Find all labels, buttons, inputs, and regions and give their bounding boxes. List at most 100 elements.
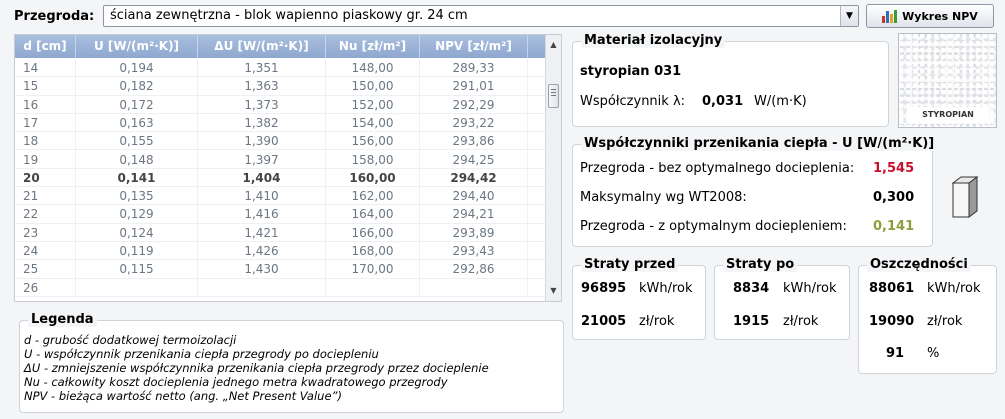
- savings-kwh: 88061: [869, 281, 915, 296]
- cell-nu: 150,00: [326, 77, 420, 95]
- cell-delta-u: 1,351: [198, 59, 326, 77]
- cell-delta-u: 1,416: [198, 205, 326, 223]
- column-header-u[interactable]: U [W/(m²·K)]: [76, 35, 198, 58]
- table-row-selected[interactable]: 20 0,141 1,404 160,00 294,42: [15, 168, 545, 188]
- losses-after-title: Straty po: [723, 257, 798, 272]
- cell-npv: 292,29: [420, 95, 528, 113]
- cell-delta-u: 1,382: [198, 113, 326, 132]
- legend-line: d - grubość dodatkowej termoizolacji: [24, 333, 237, 347]
- cell-u: 0,155: [76, 132, 198, 150]
- cell-u: 0,172: [76, 95, 198, 113]
- table-row[interactable]: 21 0,135 1,410 162,00 294,40: [15, 187, 545, 206]
- table-row[interactable]: 22 0,129 1,416 164,00 294,21: [15, 205, 545, 224]
- scroll-down-icon[interactable]: ▼: [546, 283, 561, 299]
- lambda-label: Współczynnik λ:: [580, 94, 686, 109]
- cell-d: 24: [15, 242, 76, 260]
- grid-header: d [cm] U [W/(m²·K)] ΔU [W/(m²·K)] Nu [zł…: [15, 35, 545, 58]
- cell-d: 17: [15, 113, 76, 132]
- savings-percent: 91: [886, 346, 905, 361]
- cell-u: [76, 278, 198, 296]
- grid-scrollbar[interactable]: ▲ ▼: [545, 35, 561, 301]
- table-row[interactable]: 16 0,172 1,373 152,00 292,29: [15, 95, 545, 114]
- unit-percent: %: [927, 346, 940, 361]
- unit-kwh: kWh/rok: [639, 281, 693, 296]
- cell-u: 0,124: [76, 223, 198, 241]
- scroll-up-icon[interactable]: ▲: [546, 37, 561, 53]
- legend-line: U - współczynnik przenikania ciepła prze…: [24, 347, 379, 361]
- table-row[interactable]: 24 0,119 1,426 168,00 293,43: [15, 242, 545, 261]
- cell-u: 0,135: [76, 187, 198, 205]
- przegroda-select[interactable]: ściana zewnętrzna - blok wapienno piasko…: [103, 5, 859, 27]
- material-title: Materiał izolacyjny: [581, 33, 726, 48]
- cell-u: 0,163: [76, 113, 198, 132]
- legend-panel: Legenda d - grubość dodatkowej termoizol…: [19, 312, 564, 413]
- legend-line: NPV - bieżąca wartość netto (ang. „Net P…: [24, 389, 342, 403]
- cell-u: 0,115: [76, 260, 198, 278]
- scrollbar-thumb[interactable]: [548, 84, 559, 108]
- losses-after-panel: Straty po 8834 kWh/rok 1915 zł/rok: [714, 257, 850, 340]
- table-row[interactable]: 15 0,182 1,363 150,00 291,01: [15, 77, 545, 96]
- cell-delta-u: 1,410: [198, 187, 326, 205]
- cell-nu: 156,00: [326, 132, 420, 150]
- unit-kwh: kWh/rok: [927, 281, 981, 296]
- cell-nu: 148,00: [326, 59, 420, 77]
- cell-npv: 293,89: [420, 223, 528, 241]
- cell-u: 0,119: [76, 242, 198, 260]
- chevron-down-icon[interactable]: ▼: [840, 6, 858, 26]
- table-row[interactable]: 14 0,194 1,351 148,00 289,33: [15, 59, 545, 78]
- column-header-npv[interactable]: NPV [zł/m²]: [420, 35, 528, 58]
- cell-u: 0,148: [76, 150, 198, 168]
- table-row[interactable]: 18 0,155 1,390 156,00 293,86: [15, 132, 545, 151]
- cell-delta-u: [198, 278, 326, 296]
- cell-npv: 294,42: [420, 168, 528, 187]
- losses-after-pln: 1915: [733, 314, 770, 329]
- unit-pln: zł/rok: [783, 314, 819, 329]
- losses-before-pln: 21005: [581, 314, 627, 329]
- legend-line: Nu - całkowity koszt docieplenia jednego…: [24, 375, 448, 389]
- unit-pln: zł/rok: [927, 314, 963, 329]
- cell-d: 23: [15, 223, 76, 241]
- legend-title: Legenda: [28, 312, 97, 327]
- column-header-nu[interactable]: Nu [zł/m²]: [326, 35, 420, 58]
- npv-chart-button-label: Wykres NPV: [902, 9, 978, 23]
- table-row[interactable]: 23 0,124 1,421 166,00 293,89: [15, 223, 545, 242]
- u-coefficients-title: Współczynniki przenikania ciepła - U [W/…: [581, 136, 938, 151]
- legend-lines: d - grubość dodatkowej termoizolacji U -…: [24, 333, 489, 403]
- cell-nu: 164,00: [326, 205, 420, 223]
- table-row[interactable]: 26: [15, 278, 545, 297]
- u-with-value: 0,141: [873, 219, 915, 234]
- u-without-value: 1,545: [873, 161, 915, 176]
- column-header-d[interactable]: d [cm]: [15, 35, 76, 58]
- cell-delta-u: 1,421: [198, 223, 326, 241]
- cell-npv: 292,86: [420, 260, 528, 278]
- cell-delta-u: 1,404: [198, 168, 326, 187]
- column-header-delta-u[interactable]: ΔU [W/(m²·K)]: [198, 35, 326, 58]
- table-row[interactable]: 17 0,163 1,382 154,00 293,22: [15, 113, 545, 133]
- cell-nu: 170,00: [326, 260, 420, 278]
- material-panel: Materiał izolacyjny styropian 031 Współc…: [572, 33, 889, 127]
- window: Przegroda: ściana zewnętrzna - blok wapi…: [0, 0, 1005, 419]
- unit-kwh: kWh/rok: [783, 281, 837, 296]
- u-max-value: 0,300: [873, 190, 915, 205]
- cell-u: 0,129: [76, 205, 198, 223]
- bar-chart-icon: [882, 9, 898, 23]
- table-row[interactable]: 19 0,148 1,397 158,00 294,25: [15, 150, 545, 169]
- cell-npv: 293,86: [420, 132, 528, 150]
- cell-d: 21: [15, 187, 76, 205]
- cell-d: 15: [15, 77, 76, 95]
- cell-d: 16: [15, 95, 76, 113]
- cell-delta-u: 1,426: [198, 242, 326, 260]
- wall-icon: [951, 176, 979, 218]
- cell-u: 0,182: [76, 77, 198, 95]
- npv-chart-button[interactable]: Wykres NPV: [866, 4, 994, 28]
- losses-after-kwh: 8834: [733, 281, 770, 296]
- u-with-label: Przegroda - z optymalnym dociepleniem:: [580, 219, 847, 234]
- styropian-image-label: STYROPIAN: [907, 107, 989, 123]
- cell-delta-u: 1,430: [198, 260, 326, 278]
- cell-delta-u: 1,363: [198, 77, 326, 95]
- cell-nu: 166,00: [326, 223, 420, 241]
- cell-npv: [420, 278, 528, 296]
- cell-delta-u: 1,390: [198, 132, 326, 150]
- table-row[interactable]: 25 0,115 1,430 170,00 292,86: [15, 260, 545, 279]
- cell-nu: [326, 278, 420, 296]
